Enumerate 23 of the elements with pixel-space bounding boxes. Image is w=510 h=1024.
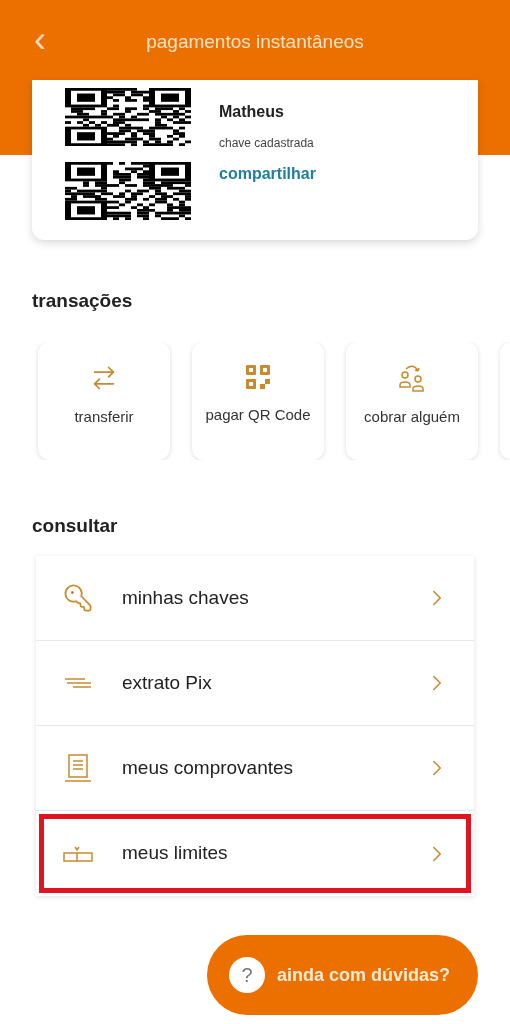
share-link[interactable]: compartilhar [219, 162, 316, 186]
transaction-tile[interactable]: transferir [38, 341, 170, 460]
section-title: consultar [32, 513, 119, 538]
qr-code-icon [245, 363, 271, 390]
question-icon: ? [229, 957, 265, 993]
key-status: chave cadastrada [219, 135, 314, 152]
list-item[interactable]: meus limites [36, 811, 474, 896]
transaction-tile[interactable]: cobrar alguém [346, 341, 478, 460]
list-item[interactable]: minhas chaves [36, 556, 474, 641]
lines-icon [64, 677, 92, 689]
section-title: transações [32, 289, 134, 313]
list-item[interactable]: extrato Pix [36, 641, 474, 726]
limit-bar-icon [63, 844, 93, 863]
people-exchange-icon [397, 363, 427, 392]
help-button[interactable]: ? ainda com dúvidas? [207, 935, 478, 1015]
list-item[interactable]: meus comprovantes [36, 726, 474, 811]
page-title: pagamentos instantâneos [145, 30, 365, 54]
key-owner-name: Matheus [219, 102, 285, 122]
qr-code-icon [65, 88, 191, 146]
receipt-icon [64, 753, 92, 783]
transaction-tile[interactable]: pagar QR Code [192, 341, 324, 460]
key-icon [63, 583, 93, 613]
qr-code-icon [65, 162, 191, 220]
